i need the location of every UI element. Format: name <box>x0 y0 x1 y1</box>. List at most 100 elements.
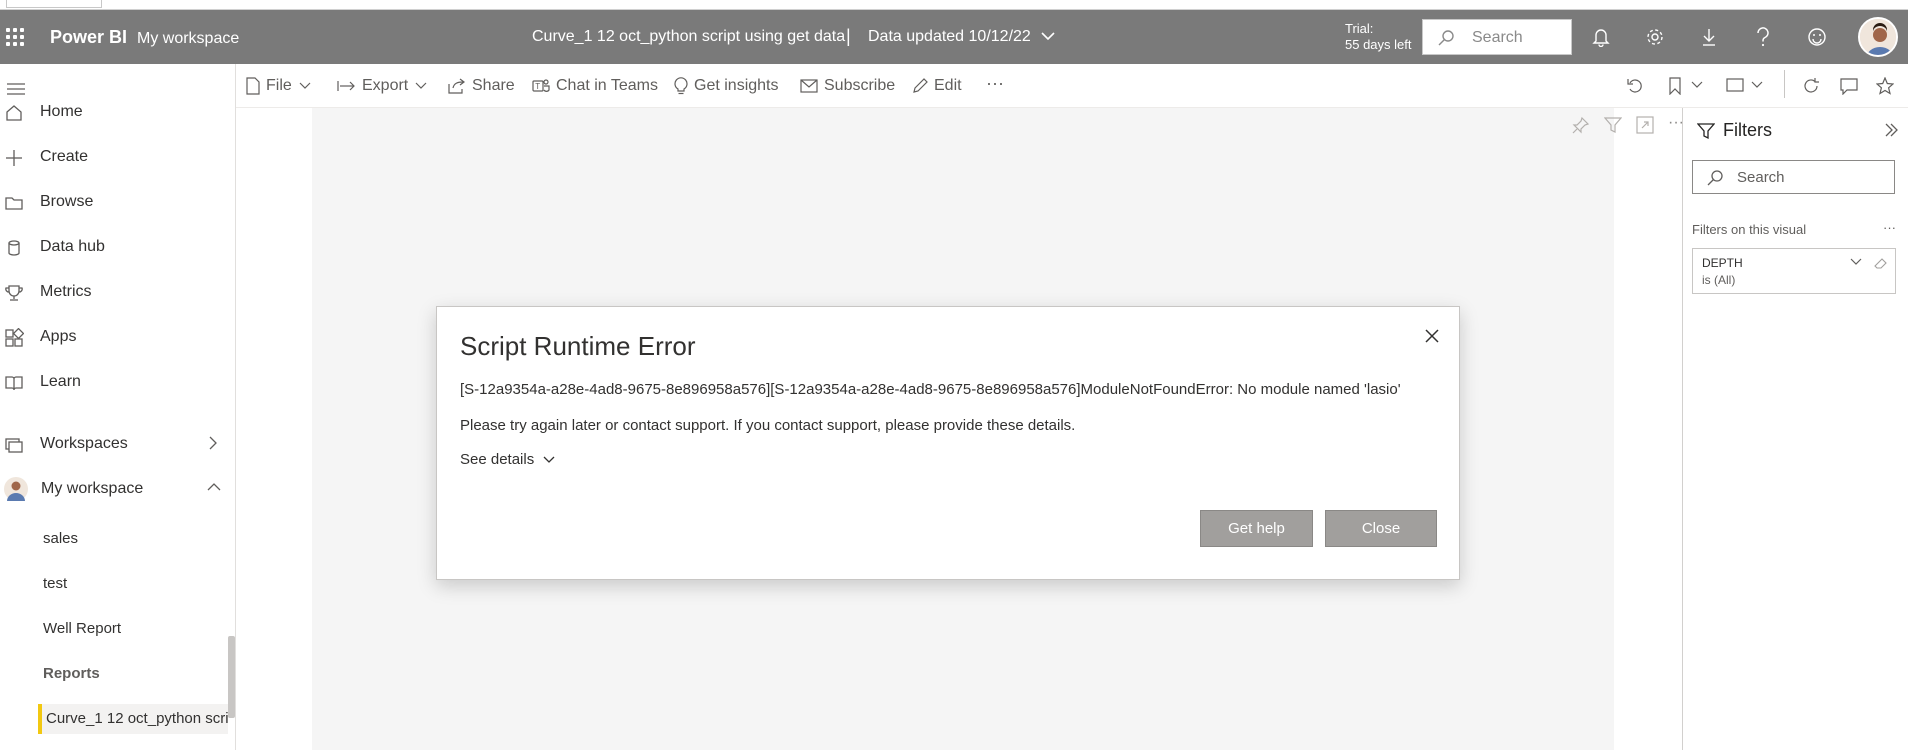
teams-icon: T <box>532 78 550 94</box>
search-icon <box>1437 29 1455 47</box>
refresh-icon[interactable] <box>1802 77 1820 95</box>
browser-top-strip <box>0 0 1908 10</box>
home-icon <box>4 103 24 123</box>
comment-icon[interactable] <box>1840 77 1858 95</box>
chevron-down-icon <box>414 81 428 91</box>
workspace-item-test[interactable]: test <box>43 575 67 592</box>
error-message: [S-12a9354a-a28e-4ad8-9675-8e896958a576]… <box>460 381 1401 398</box>
nav-item-browse[interactable]: Browse <box>0 184 236 220</box>
support-text: Please try again later or contact suppor… <box>460 417 1076 434</box>
trial-status: Trial: 55 days left <box>1345 21 1412 52</box>
nav-item-home[interactable]: Home <box>0 94 236 130</box>
close-button[interactable]: Close <box>1325 510 1437 547</box>
reset-icon[interactable] <box>1626 77 1644 95</box>
filters-search-input[interactable]: Search <box>1692 160 1895 194</box>
chevron-down-icon[interactable] <box>1040 30 1056 42</box>
svg-text:T: T <box>535 82 540 91</box>
file-menu-button[interactable]: File <box>246 77 312 95</box>
apps-icon <box>4 328 24 348</box>
download-icon[interactable] <box>1696 24 1722 50</box>
error-dialog: Script Runtime Error [S-12a9354a-a28e-4a… <box>436 306 1460 580</box>
global-search-input[interactable]: Search <box>1422 19 1572 55</box>
share-icon <box>448 78 466 94</box>
pencil-icon <box>912 78 928 94</box>
pin-icon[interactable] <box>1572 116 1590 134</box>
user-avatar[interactable] <box>1858 17 1898 57</box>
workspace-item-sales[interactable]: sales <box>43 530 78 547</box>
nav-item-workspaces[interactable]: Workspaces <box>0 426 236 462</box>
more-options-button[interactable]: ··· <box>986 73 1004 94</box>
report-toolbar: File Export Share T Chat in Teams Get in… <box>236 64 1908 108</box>
chevron-up-icon[interactable] <box>206 480 222 494</box>
chevron-down-icon[interactable] <box>1849 257 1863 267</box>
edit-button[interactable]: Edit <box>912 77 962 95</box>
view-icon[interactable] <box>1726 77 1744 93</box>
browser-tab[interactable] <box>6 0 102 8</box>
workspaces-icon <box>4 435 24 455</box>
nav-item-apps[interactable]: Apps <box>0 319 236 355</box>
export-arrow-icon <box>336 79 356 93</box>
trophy-icon <box>4 283 24 303</box>
database-icon <box>4 238 24 258</box>
feedback-smiley-icon[interactable] <box>1804 24 1830 50</box>
focus-mode-icon[interactable] <box>1636 116 1654 134</box>
filters-more-options[interactable]: ··· <box>1883 220 1896 235</box>
see-details-toggle[interactable]: See details <box>460 451 556 468</box>
filters-title: Filters <box>1723 120 1772 140</box>
nav-item-my-workspace[interactable]: My workspace <box>0 471 236 507</box>
mail-icon <box>800 79 818 93</box>
filter-icon <box>1697 122 1715 140</box>
favorite-star-icon[interactable] <box>1876 77 1894 95</box>
settings-gear-icon[interactable] <box>1642 24 1668 50</box>
get-insights-button[interactable]: Get insights <box>674 77 778 95</box>
share-button[interactable]: Share <box>448 77 515 95</box>
book-icon <box>4 373 24 393</box>
folder-icon <box>4 193 24 213</box>
filter-card-depth[interactable]: DEPTH is (All) <box>1692 248 1896 294</box>
filters-on-visual-label: Filters on this visual <box>1692 222 1807 237</box>
reports-section-header: Reports <box>43 665 100 682</box>
eraser-icon[interactable] <box>1874 257 1888 271</box>
collapse-chevron-icon[interactable] <box>1883 122 1899 138</box>
left-navigation: Home Create Browse Data hub Metrics Apps… <box>0 64 236 750</box>
toolbar-divider <box>1784 70 1785 98</box>
brand-name[interactable]: Power BI <box>50 27 127 48</box>
plus-icon <box>4 148 24 168</box>
app-launcher-icon[interactable] <box>6 28 24 46</box>
nav-item-metrics[interactable]: Metrics <box>0 274 236 310</box>
subscribe-button[interactable]: Subscribe <box>800 77 895 95</box>
report-title: Curve_1 12 oct_python script using get d… <box>532 28 846 45</box>
nav-item-create[interactable]: Create <box>0 139 236 175</box>
chevron-down-icon <box>542 455 556 465</box>
get-help-button[interactable]: Get help <box>1200 510 1313 547</box>
chevron-right-icon[interactable] <box>206 435 220 451</box>
bookmark-icon[interactable] <box>1668 77 1682 95</box>
workspace-link[interactable]: My workspace <box>137 30 239 48</box>
dialog-title: Script Runtime Error <box>460 331 696 361</box>
chat-in-teams-button[interactable]: T Chat in Teams <box>532 77 658 95</box>
chevron-down-icon[interactable] <box>1750 80 1764 90</box>
title-separator: | <box>846 26 851 46</box>
close-icon[interactable] <box>1423 327 1441 345</box>
filters-pane: Filters Search Filters on this visual ··… <box>1682 108 1908 750</box>
lightbulb-icon <box>674 77 688 95</box>
chevron-down-icon[interactable] <box>1690 80 1704 90</box>
filter-icon[interactable] <box>1604 116 1622 134</box>
nav-item-learn[interactable]: Learn <box>0 364 236 400</box>
help-icon[interactable] <box>1750 24 1776 50</box>
active-report-item[interactable]: Curve_1 12 oct_python script using get d… <box>38 704 228 734</box>
search-icon <box>1706 169 1724 187</box>
visual-header-tools: ··· <box>1572 115 1684 134</box>
workspace-avatar-icon <box>4 477 28 501</box>
nav-scrollbar[interactable] <box>228 636 235 718</box>
chevron-down-icon <box>298 81 312 91</box>
notifications-bell-icon[interactable] <box>1588 24 1614 50</box>
app-header: Power BI My workspace Curve_1 12 oct_pyt… <box>0 10 1908 64</box>
file-icon <box>246 77 260 95</box>
nav-item-data-hub[interactable]: Data hub <box>0 229 236 265</box>
filter-field-name: DEPTH <box>1702 256 1743 270</box>
filter-field-value: is (All) <box>1702 273 1736 287</box>
workspace-item-well-report[interactable]: Well Report <box>43 620 121 637</box>
data-updated-label[interactable]: Data updated 10/12/22 <box>868 28 1031 46</box>
export-menu-button[interactable]: Export <box>336 77 428 95</box>
